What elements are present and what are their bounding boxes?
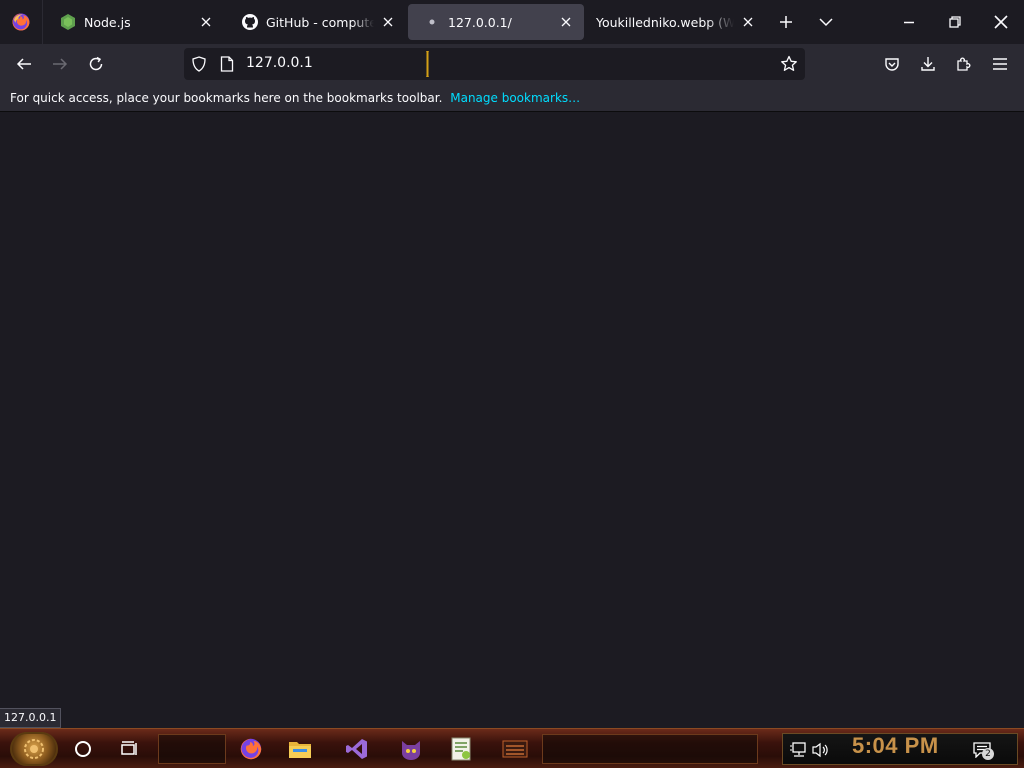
- extensions-icon[interactable]: [948, 48, 980, 80]
- taskbar-clock[interactable]: 5:04 PM: [852, 733, 939, 759]
- url-bar[interactable]: 127.0.0.1: [184, 48, 805, 80]
- reload-button[interactable]: [80, 48, 112, 80]
- tab-title: Youkilledniko.webp (WEBP: [596, 14, 734, 30]
- game-app-icon[interactable]: [500, 734, 530, 764]
- new-tab-icon[interactable]: [774, 10, 798, 34]
- notepad-plus-icon[interactable]: [446, 734, 476, 764]
- loading-dot-icon: [424, 14, 440, 30]
- tab-image[interactable]: Youkilledniko.webp (WEBP: [586, 4, 766, 40]
- tab-close-icon[interactable]: [198, 14, 214, 30]
- firefox-menu-icon[interactable]: [0, 0, 43, 44]
- tab-title: GitHub - computernew: [266, 14, 374, 30]
- back-button[interactable]: [8, 48, 40, 80]
- steampunk-gear-icon: [24, 739, 44, 759]
- forward-arrow-icon: [53, 58, 68, 70]
- bookmark-star-icon[interactable]: [780, 55, 798, 77]
- link-status-tooltip: 127.0.0.1: [0, 708, 62, 728]
- restore-button[interactable]: [932, 0, 978, 44]
- downloads-icon[interactable]: [912, 48, 944, 80]
- tab-title: Node.js: [84, 14, 131, 30]
- page-content: [0, 112, 1024, 728]
- page-info-icon[interactable]: [220, 56, 234, 76]
- restore-icon: [949, 16, 961, 28]
- github-icon: [242, 14, 258, 30]
- firefox-taskbar-icon[interactable]: [236, 734, 266, 764]
- pocket-icon[interactable]: [876, 48, 908, 80]
- bookmarks-toolbar: For quick access, place your bookmarks h…: [0, 84, 1024, 112]
- file-explorer-icon[interactable]: [285, 734, 315, 764]
- tab-close-icon[interactable]: [740, 14, 756, 30]
- tab-github[interactable]: GitHub - computernew: [226, 4, 406, 40]
- niko-app-icon[interactable]: [396, 734, 426, 764]
- close-icon: [994, 15, 1008, 29]
- tab-nodejs[interactable]: Node.js: [44, 4, 224, 40]
- minimize-icon: [904, 21, 914, 24]
- forward-button[interactable]: [44, 48, 76, 80]
- close-window-button[interactable]: [978, 0, 1024, 44]
- bookmarks-empty-message: For quick access, place your bookmarks h…: [10, 91, 443, 105]
- tracking-protection-shield-icon[interactable]: [191, 56, 207, 76]
- text-cursor-icon: [426, 50, 429, 78]
- nodejs-icon: [60, 14, 76, 30]
- reload-icon: [89, 56, 103, 71]
- search-circle-icon[interactable]: [68, 734, 98, 764]
- app-menu-icon[interactable]: [984, 48, 1016, 80]
- list-all-tabs-icon[interactable]: [814, 10, 838, 34]
- back-arrow-icon: [16, 58, 31, 70]
- tab-strip: Node.js GitHub - computernew 127.0.0.1/ …: [0, 0, 1024, 44]
- network-icon[interactable]: [789, 740, 809, 760]
- task-view-icon[interactable]: [115, 734, 145, 764]
- manage-bookmarks-link[interactable]: Manage bookmarks…: [450, 91, 580, 105]
- tab-close-icon[interactable]: [380, 14, 396, 30]
- visual-studio-icon[interactable]: [342, 734, 372, 764]
- taskbar-decorative-panel: [542, 734, 758, 764]
- tab-close-icon[interactable]: [558, 14, 574, 30]
- minimize-button[interactable]: [886, 0, 932, 44]
- taskbar-decorative-panel: [158, 734, 226, 764]
- volume-icon[interactable]: [811, 740, 831, 760]
- tab-title: 127.0.0.1/: [448, 14, 512, 30]
- tab-localhost[interactable]: 127.0.0.1/: [408, 4, 584, 40]
- start-button[interactable]: [10, 732, 58, 766]
- notification-count-badge: 2: [982, 748, 994, 760]
- url-text[interactable]: 127.0.0.1: [246, 55, 313, 71]
